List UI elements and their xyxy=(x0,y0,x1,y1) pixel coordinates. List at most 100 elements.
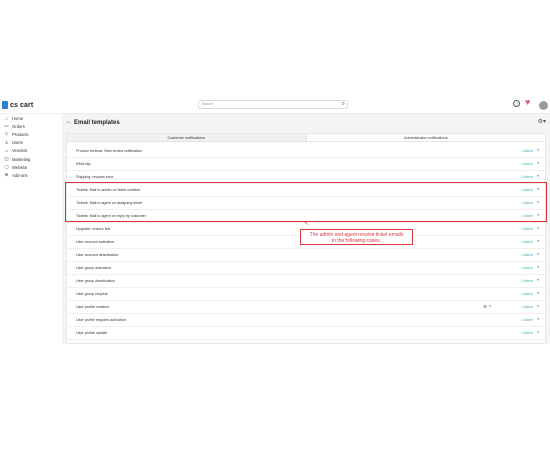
list-item[interactable]: User group deactivation • Active ▾ xyxy=(67,275,545,288)
sidebar-item-label: Website xyxy=(12,164,28,170)
tab-customer-notifications[interactable]: Customer notifications xyxy=(67,134,306,141)
status-dropdown[interactable]: • Active xyxy=(521,253,533,257)
sidebar-item-orders[interactable]: ▭ Orders xyxy=(0,122,60,130)
status-dropdown[interactable]: • Active xyxy=(521,266,533,270)
template-name-link[interactable]: Product reviews: New review notification xyxy=(76,149,142,153)
sidebar-item-label: Products xyxy=(12,131,29,137)
chevron-down-icon[interactable]: ▾ xyxy=(537,304,539,308)
website-icon: ▢ xyxy=(4,164,9,170)
sidebar-item-marketing[interactable]: ◫ Marketing xyxy=(0,155,60,163)
sidebar-item-label: Users xyxy=(12,140,23,146)
list-item[interactable]: Shipping: request error • Active ▾ xyxy=(67,171,545,184)
template-name-link[interactable]: Tickets: Mail to agent on assigning tick… xyxy=(76,201,142,205)
tab-bar: Customer notifications Administrator not… xyxy=(67,134,545,142)
template-name-link[interactable]: User profile update xyxy=(76,331,107,335)
template-name-link[interactable]: User account activation xyxy=(76,240,114,244)
list-item[interactable]: User profile update • Active ▾ xyxy=(67,327,545,340)
status-dropdown[interactable]: • Active xyxy=(521,175,533,179)
chevron-down-icon[interactable]: ▾ xyxy=(537,239,539,243)
chevron-down-icon[interactable]: ▾ xyxy=(537,187,539,191)
sidebar: ⌂ Home ▭ Orders ◇ Products ♙ Users ⛬ Vendors … xyxy=(0,114,60,344)
sidebar-item-products[interactable]: ◇ Products xyxy=(0,130,60,138)
list-item[interactable]: User group activation • Active ▾ xyxy=(67,262,545,275)
list-item[interactable]: Tickets: Mail to admin on ticket creatio… xyxy=(67,184,545,197)
status-dropdown[interactable]: • Active xyxy=(521,305,533,309)
page-header: ← Email templates ⚙▾ xyxy=(62,114,550,132)
page-title: Email templates xyxy=(74,120,120,126)
chevron-down-icon[interactable]: ▾ xyxy=(537,213,539,217)
template-name-link[interactable]: User profile creation xyxy=(76,305,109,309)
sidebar-item-label: Vendors xyxy=(12,148,28,154)
status-dropdown[interactable]: • Active xyxy=(521,331,533,335)
chevron-down-icon[interactable]: ▾ xyxy=(537,317,539,321)
status-dropdown[interactable]: • Active xyxy=(521,149,533,153)
status-dropdown[interactable]: • Active xyxy=(521,162,533,166)
help-icon[interactable]: ? xyxy=(513,100,520,107)
sidebar-item-add-ons[interactable]: ⊕ Add-ons xyxy=(0,171,60,179)
chevron-down-icon[interactable]: ▾ xyxy=(537,174,539,178)
list-item[interactable]: User profile requires activation • Active… xyxy=(67,314,545,327)
avatar[interactable] xyxy=(539,101,548,110)
vendors-icon: ⛬ xyxy=(4,148,9,154)
status-dropdown[interactable]: • Active xyxy=(521,201,533,205)
search-input[interactable]: Search ⌕ xyxy=(198,100,348,109)
status-dropdown[interactable]: • Active xyxy=(521,214,533,218)
status-dropdown[interactable]: • Active xyxy=(521,240,533,244)
status-dropdown[interactable]: • Active xyxy=(521,318,533,322)
tab-administrator-notifications[interactable]: Administrator notifications xyxy=(305,134,545,141)
chevron-down-icon[interactable]: ▾ xyxy=(537,278,539,282)
settings-gear-icon[interactable]: ⚙▾ xyxy=(538,119,546,126)
list-item[interactable]: User group request • Active ▾ xyxy=(67,288,545,301)
status-dropdown[interactable]: • Active xyxy=(521,227,533,231)
search-placeholder: Search xyxy=(202,102,214,106)
chevron-down-icon[interactable]: ▾ xyxy=(537,148,539,152)
users-icon: ♙ xyxy=(4,139,9,145)
logo-mark-icon xyxy=(2,101,8,109)
list-item[interactable]: RMA slip • Active ▾ xyxy=(67,158,545,171)
sidebar-item-label: Add-ons xyxy=(12,172,28,178)
list-item[interactable]: Product reviews: New review notification… xyxy=(67,145,545,158)
sidebar-item-label: Home xyxy=(12,115,24,121)
chevron-down-icon[interactable]: ▾ xyxy=(537,330,539,334)
template-name-link[interactable]: Tickets: Mail to admin on ticket creatio… xyxy=(76,188,140,192)
list-item[interactable]: Tickets: Mail to agent on assigning tick… xyxy=(67,197,545,210)
template-name-link[interactable]: User account deactivation xyxy=(76,253,118,257)
list-item[interactable]: User account deactivation • Active ▾ xyxy=(67,249,545,262)
chevron-down-icon[interactable]: ▾ xyxy=(537,200,539,204)
add-ons-icon: ⊕ xyxy=(4,172,9,178)
sidebar-item-users[interactable]: ♙ Users xyxy=(0,139,60,147)
chevron-down-icon[interactable]: ▾ xyxy=(537,161,539,165)
home-icon: ⌂ xyxy=(5,115,8,121)
callout-line-2: in the following cases. xyxy=(332,238,381,244)
sidebar-item-vendors[interactable]: ⛬ Vendors xyxy=(0,147,60,155)
sidebar-item-website[interactable]: ▢ Website xyxy=(0,163,60,171)
logo[interactable]: cs cart xyxy=(2,100,33,110)
status-dropdown[interactable]: • Active xyxy=(521,279,533,283)
template-name-link[interactable]: Upgrade: restore link xyxy=(76,227,110,231)
template-name-link[interactable]: Tickets: Mail to agent on reply by custo… xyxy=(76,214,146,218)
chevron-down-icon[interactable]: ▾ xyxy=(537,252,539,256)
template-name-link[interactable]: Shipping: request error xyxy=(76,175,114,179)
chevron-down-icon[interactable]: ▾ xyxy=(489,304,491,308)
back-arrow-icon[interactable]: ← xyxy=(66,119,72,126)
products-icon: ◇ xyxy=(4,131,9,137)
template-name-link[interactable]: User group request xyxy=(76,292,108,296)
sidebar-item-home[interactable]: ⌂ Home xyxy=(0,114,60,122)
annotation-callout: The admin and agent receive ticket email… xyxy=(300,229,413,245)
search-icon[interactable]: ⌕ xyxy=(342,101,345,108)
row-settings-gear-icon[interactable]: ⚙ xyxy=(483,304,487,310)
chevron-down-icon[interactable]: ▾ xyxy=(537,226,539,230)
sidebar-item-label: Orders xyxy=(12,123,25,129)
chevron-down-icon[interactable]: ▾ xyxy=(537,265,539,269)
list-item[interactable]: User profile creation ⚙ ▾ • Active ▾ xyxy=(67,301,545,314)
template-name-link[interactable]: User group deactivation xyxy=(76,279,115,283)
status-dropdown[interactable]: • Active xyxy=(521,188,533,192)
sidebar-item-label: Marketing xyxy=(12,156,31,162)
chevron-down-icon[interactable]: ▾ xyxy=(537,291,539,295)
heart-icon[interactable]: ♥ xyxy=(525,98,535,107)
status-dropdown[interactable]: • Active xyxy=(521,292,533,296)
template-name-link[interactable]: User group activation xyxy=(76,266,111,270)
template-name-link[interactable]: RMA slip xyxy=(76,162,91,166)
marketing-icon: ◫ xyxy=(4,156,9,162)
template-name-link[interactable]: User profile requires activation xyxy=(76,318,126,322)
